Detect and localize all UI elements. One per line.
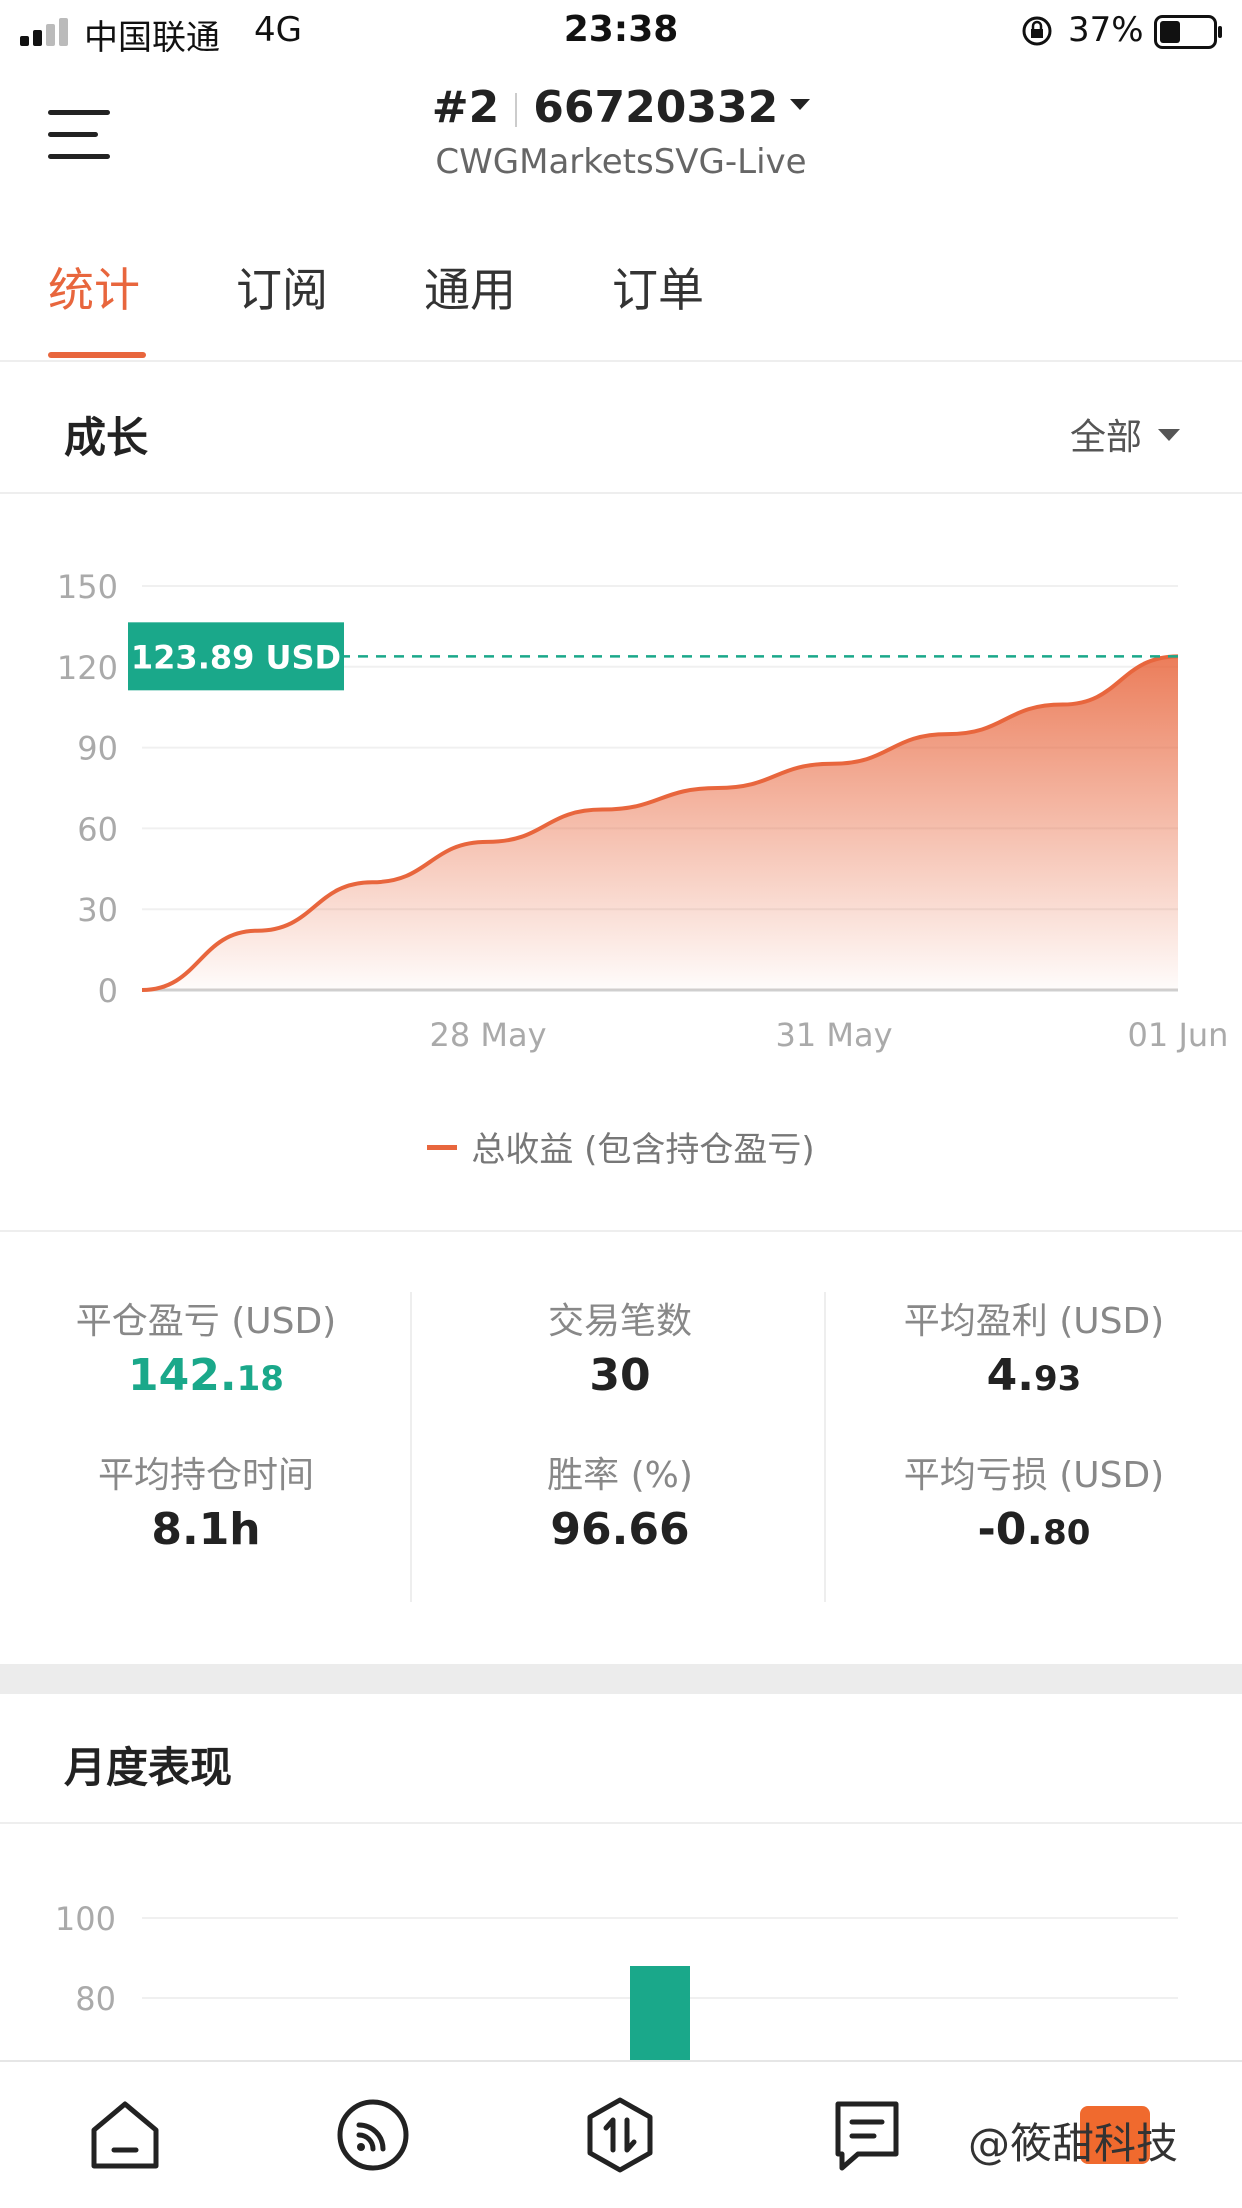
growth-area bbox=[142, 656, 1178, 990]
y-tick-label: 0 bbox=[98, 972, 118, 1010]
y-tick-label: 90 bbox=[77, 730, 118, 768]
stat-value: 8.1h bbox=[151, 1504, 261, 1555]
column-divider bbox=[410, 1292, 412, 1602]
current-value-label: 123.89 USD bbox=[131, 638, 341, 676]
account-number: 66720332 bbox=[533, 82, 779, 133]
signal-icon[interactable] bbox=[328, 2090, 418, 2180]
monthly-bar bbox=[630, 1966, 690, 2060]
growth-title: 成长 bbox=[64, 413, 149, 462]
y-tick-label: 100 bbox=[55, 1900, 116, 1938]
column-divider bbox=[824, 1292, 826, 1602]
clock: 23:38 bbox=[563, 9, 679, 50]
stat-value: 4.93 bbox=[986, 1350, 1082, 1401]
range-dropdown[interactable]: 全部 bbox=[1070, 408, 1180, 460]
stat-label: 平仓盈亏 (USD) bbox=[75, 1301, 337, 1342]
growth-header: 成长 全部 bbox=[0, 364, 1242, 494]
section-separator bbox=[0, 1664, 1242, 1694]
monthly-header: 月度表现 bbox=[0, 1694, 1242, 1824]
y-tick-label: 60 bbox=[77, 810, 118, 848]
legend-swatch bbox=[427, 1145, 458, 1150]
tab-orders[interactable]: 订单 bbox=[612, 254, 704, 320]
tab-subscription[interactable]: 订阅 bbox=[236, 254, 328, 320]
stat-label: 胜率 (%) bbox=[547, 1455, 693, 1496]
rotation-lock-icon bbox=[1022, 16, 1052, 46]
monthly-title: 月度表现 bbox=[64, 1743, 233, 1792]
battery-percentage: 37% bbox=[1068, 10, 1144, 50]
stat-label: 交易笔数 bbox=[547, 1301, 692, 1342]
bottom-nav: @筱甜科技 bbox=[0, 2060, 1242, 2208]
tab-statistics[interactable]: 统计 bbox=[48, 254, 140, 320]
app-header: #2 66720332 CWGMarketsSVG-Live bbox=[0, 62, 1242, 212]
stat-label: 平均持仓时间 bbox=[97, 1455, 314, 1496]
chart-legend: 总收益 (包含持仓盈亏) bbox=[0, 1122, 1242, 1171]
y-tick-label: 30 bbox=[77, 891, 118, 929]
stat-column: 平均盈利 (USD) 4.93 平均亏损 (USD) -0.80 bbox=[828, 1292, 1240, 1600]
monthly-chart: 100 80 bbox=[55, 1900, 1178, 2060]
tab-bar: 统计 订阅 通用 订单 bbox=[0, 212, 1242, 362]
watermark-text: @筱甜科技 bbox=[968, 2119, 1179, 2168]
account-selector[interactable]: #2 66720332 bbox=[0, 82, 1242, 133]
x-tick-label: 28 May bbox=[429, 1016, 546, 1054]
battery-icon bbox=[1154, 15, 1222, 49]
server-name: CWGMarketsSVG-Live bbox=[435, 142, 807, 182]
x-tick-label: 01 Jun bbox=[1128, 1016, 1229, 1054]
y-tick-label: 80 bbox=[75, 1980, 116, 2018]
account-index: #2 bbox=[431, 82, 500, 133]
tab-general[interactable]: 通用 bbox=[424, 254, 516, 320]
active-tab-indicator bbox=[48, 352, 146, 358]
chevron-down-icon bbox=[1158, 429, 1180, 441]
y-tick-label: 120 bbox=[57, 649, 118, 687]
range-value: 全部 bbox=[1069, 417, 1142, 458]
status-bar: 中国联通 4G 23:38 37% bbox=[0, 0, 1242, 62]
y-tick-label: 150 bbox=[57, 568, 118, 606]
stat-value: -0.80 bbox=[977, 1504, 1091, 1555]
stat-label: 平均亏损 (USD) bbox=[903, 1455, 1165, 1496]
stat-column: 交易笔数 30 胜率 (%) 96.66 bbox=[414, 1292, 826, 1602]
stat-column: 平仓盈亏 (USD) 142.18 平均持仓时间 8.1h bbox=[0, 1292, 412, 1602]
stats-panel: 平仓盈亏 (USD) 142.18 平均持仓时间 8.1h 交易笔数 30 胜率 (%) 96… bbox=[0, 1232, 1242, 1662]
trade-icon[interactable] bbox=[575, 2090, 665, 2180]
stat-value: 142.18 bbox=[128, 1350, 284, 1401]
stat-value: 96.66 bbox=[550, 1504, 690, 1555]
stat-label: 平均盈利 (USD) bbox=[903, 1301, 1165, 1342]
x-tick-label: 31 May bbox=[775, 1016, 892, 1054]
chevron-down-icon bbox=[790, 98, 811, 110]
message-icon[interactable] bbox=[822, 2090, 912, 2180]
stat-value: 30 bbox=[589, 1350, 651, 1401]
legend-label: 总收益 (包含持仓盈亏) bbox=[471, 1130, 815, 1170]
home-icon[interactable] bbox=[80, 2090, 170, 2180]
